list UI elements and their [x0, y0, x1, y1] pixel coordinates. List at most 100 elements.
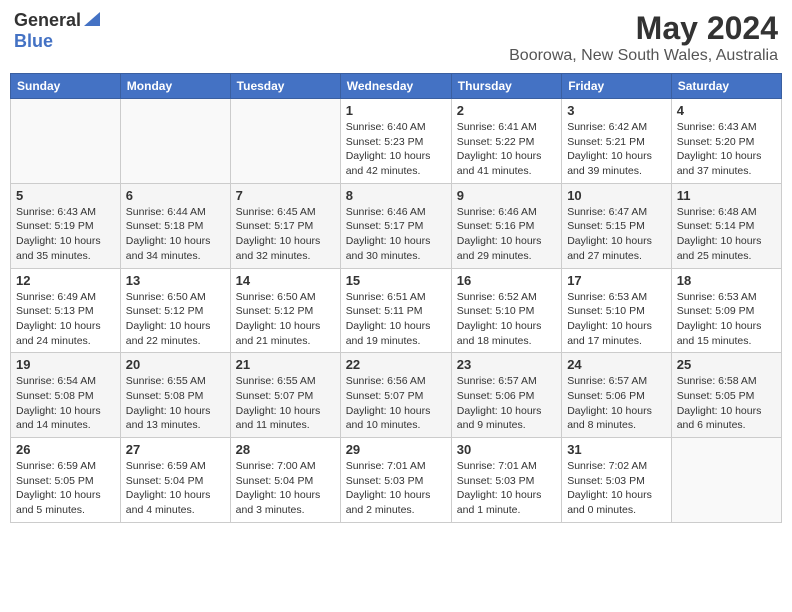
- day-info: Sunrise: 7:02 AM Sunset: 5:03 PM Dayligh…: [567, 459, 666, 518]
- calendar-week-2: 5 Sunrise: 6:43 AM Sunset: 5:19 PM Daylig…: [11, 183, 782, 268]
- calendar-cell-w5-d4: 29Sunrise: 7:01 AM Sunset: 5:03 PM Dayli…: [340, 438, 451, 523]
- logo-blue-text: Blue: [14, 31, 53, 51]
- day-number: 15: [346, 273, 446, 288]
- calendar-cell-w3-d5: 16Sunrise: 6:52 AM Sunset: 5:10 PM Dayli…: [451, 268, 561, 353]
- calendar-cell-w1-d3: [230, 99, 340, 184]
- day-info: Sunrise: 6:46 AM Sunset: 5:17 PM Dayligh…: [346, 205, 446, 264]
- calendar-cell-w5-d2: 27Sunrise: 6:59 AM Sunset: 5:04 PM Dayli…: [120, 438, 230, 523]
- calendar-week-5: 26Sunrise: 6:59 AM Sunset: 5:05 PM Dayli…: [11, 438, 782, 523]
- calendar-cell-w2-d1: 5 Sunrise: 6:43 AM Sunset: 5:19 PM Daylig…: [11, 183, 121, 268]
- day-number: 4: [677, 103, 776, 118]
- month-title: May 2024: [509, 10, 778, 47]
- calendar-cell-w2-d3: 7 Sunrise: 6:45 AM Sunset: 5:17 PM Daylig…: [230, 183, 340, 268]
- header-thursday: Thursday: [451, 74, 561, 99]
- day-number: 24: [567, 357, 666, 372]
- day-number: 7: [236, 188, 335, 203]
- day-info: Sunrise: 6:59 AM Sunset: 5:04 PM Dayligh…: [126, 459, 225, 518]
- day-number: 18: [677, 273, 776, 288]
- calendar-cell-w1-d1: [11, 99, 121, 184]
- day-number: 12: [16, 273, 115, 288]
- header-monday: Monday: [120, 74, 230, 99]
- calendar-cell-w2-d7: 11Sunrise: 6:48 AM Sunset: 5:14 PM Dayli…: [671, 183, 781, 268]
- day-info: Sunrise: 6:53 AM Sunset: 5:09 PM Dayligh…: [677, 290, 776, 349]
- day-info: Sunrise: 6:52 AM Sunset: 5:10 PM Dayligh…: [457, 290, 556, 349]
- day-info: Sunrise: 7:00 AM Sunset: 5:04 PM Dayligh…: [236, 459, 335, 518]
- day-number: 31: [567, 442, 666, 457]
- location-title: Boorowa, New South Wales, Australia: [509, 47, 778, 65]
- calendar-cell-w3-d3: 14 Sunrise: 6:50 AM Sunset: 5:12 PM Dayli…: [230, 268, 340, 353]
- day-info: Sunrise: 6:57 AM Sunset: 5:06 PM Dayligh…: [457, 374, 556, 433]
- day-info: Sunrise: 6:46 AM Sunset: 5:16 PM Dayligh…: [457, 205, 556, 264]
- calendar-cell-w3-d7: 18 Sunrise: 6:53 AM Sunset: 5:09 PM Dayli…: [671, 268, 781, 353]
- calendar-cell-w4-d4: 22 Sunrise: 6:56 AM Sunset: 5:07 PM Dayli…: [340, 353, 451, 438]
- header-sunday: Sunday: [11, 74, 121, 99]
- calendar-cell-w1-d6: 3Sunrise: 6:42 AM Sunset: 5:21 PM Daylig…: [562, 99, 672, 184]
- calendar-cell-w4-d6: 24 Sunrise: 6:57 AM Sunset: 5:06 PM Dayli…: [562, 353, 672, 438]
- calendar-cell-w2-d6: 10 Sunrise: 6:47 AM Sunset: 5:15 PM Dayli…: [562, 183, 672, 268]
- day-info: Sunrise: 6:57 AM Sunset: 5:06 PM Dayligh…: [567, 374, 666, 433]
- header-friday: Friday: [562, 74, 672, 99]
- calendar-cell-w4-d7: 25Sunrise: 6:58 AM Sunset: 5:05 PM Dayli…: [671, 353, 781, 438]
- day-info: Sunrise: 6:59 AM Sunset: 5:05 PM Dayligh…: [16, 459, 115, 518]
- day-number: 23: [457, 357, 556, 372]
- day-number: 30: [457, 442, 556, 457]
- day-info: Sunrise: 6:47 AM Sunset: 5:15 PM Dayligh…: [567, 205, 666, 264]
- calendar-cell-w3-d2: 13 Sunrise: 6:50 AM Sunset: 5:12 PM Dayli…: [120, 268, 230, 353]
- day-info: Sunrise: 6:43 AM Sunset: 5:19 PM Dayligh…: [16, 205, 115, 264]
- day-number: 14: [236, 273, 335, 288]
- day-info: Sunrise: 6:55 AM Sunset: 5:08 PM Dayligh…: [126, 374, 225, 433]
- day-info: Sunrise: 6:55 AM Sunset: 5:07 PM Dayligh…: [236, 374, 335, 433]
- day-number: 10: [567, 188, 666, 203]
- calendar-header-row: Sunday Monday Tuesday Wednesday Thursday…: [11, 74, 782, 99]
- calendar-cell-w2-d5: 9 Sunrise: 6:46 AM Sunset: 5:16 PM Daylig…: [451, 183, 561, 268]
- day-number: 3: [567, 103, 666, 118]
- calendar-cell-w1-d5: 2Sunrise: 6:41 AM Sunset: 5:22 PM Daylig…: [451, 99, 561, 184]
- day-info: Sunrise: 6:40 AM Sunset: 5:23 PM Dayligh…: [346, 120, 446, 179]
- day-info: Sunrise: 6:41 AM Sunset: 5:22 PM Dayligh…: [457, 120, 556, 179]
- calendar-cell-w5-d1: 26Sunrise: 6:59 AM Sunset: 5:05 PM Dayli…: [11, 438, 121, 523]
- day-info: Sunrise: 6:50 AM Sunset: 5:12 PM Dayligh…: [126, 290, 225, 349]
- day-info: Sunrise: 6:49 AM Sunset: 5:13 PM Dayligh…: [16, 290, 115, 349]
- calendar-week-4: 19Sunrise: 6:54 AM Sunset: 5:08 PM Dayli…: [11, 353, 782, 438]
- day-number: 28: [236, 442, 335, 457]
- header-wednesday: Wednesday: [340, 74, 451, 99]
- day-number: 17: [567, 273, 666, 288]
- day-number: 6: [126, 188, 225, 203]
- header-tuesday: Tuesday: [230, 74, 340, 99]
- calendar-cell-w5-d6: 31 Sunrise: 7:02 AM Sunset: 5:03 PM Dayli…: [562, 438, 672, 523]
- day-info: Sunrise: 6:51 AM Sunset: 5:11 PM Dayligh…: [346, 290, 446, 349]
- calendar-cell-w4-d1: 19Sunrise: 6:54 AM Sunset: 5:08 PM Dayli…: [11, 353, 121, 438]
- day-info: Sunrise: 6:56 AM Sunset: 5:07 PM Dayligh…: [346, 374, 446, 433]
- calendar-cell-w2-d4: 8 Sunrise: 6:46 AM Sunset: 5:17 PM Daylig…: [340, 183, 451, 268]
- day-info: Sunrise: 7:01 AM Sunset: 5:03 PM Dayligh…: [457, 459, 556, 518]
- calendar-cell-w5-d7: [671, 438, 781, 523]
- calendar-cell-w1-d7: 4Sunrise: 6:43 AM Sunset: 5:20 PM Daylig…: [671, 99, 781, 184]
- calendar-week-3: 12 Sunrise: 6:49 AM Sunset: 5:13 PM Dayli…: [11, 268, 782, 353]
- calendar-cell-w3-d6: 17 Sunrise: 6:53 AM Sunset: 5:10 PM Dayli…: [562, 268, 672, 353]
- day-info: Sunrise: 6:48 AM Sunset: 5:14 PM Dayligh…: [677, 205, 776, 264]
- header: General Blue May 2024 Boorowa, New South…: [10, 10, 782, 65]
- day-number: 9: [457, 188, 556, 203]
- title-area: May 2024 Boorowa, New South Wales, Austr…: [509, 10, 778, 65]
- day-info: Sunrise: 6:53 AM Sunset: 5:10 PM Dayligh…: [567, 290, 666, 349]
- calendar-cell-w5-d5: 30 Sunrise: 7:01 AM Sunset: 5:03 PM Dayli…: [451, 438, 561, 523]
- header-saturday: Saturday: [671, 74, 781, 99]
- day-number: 5: [16, 188, 115, 203]
- calendar-table: Sunday Monday Tuesday Wednesday Thursday…: [10, 73, 782, 523]
- logo-general-text: General: [14, 10, 81, 31]
- day-number: 25: [677, 357, 776, 372]
- day-number: 19: [16, 357, 115, 372]
- day-number: 29: [346, 442, 446, 457]
- calendar-cell-w3-d4: 15 Sunrise: 6:51 AM Sunset: 5:11 PM Dayli…: [340, 268, 451, 353]
- calendar-week-1: 1Sunrise: 6:40 AM Sunset: 5:23 PM Daylig…: [11, 99, 782, 184]
- calendar-cell-w4-d5: 23 Sunrise: 6:57 AM Sunset: 5:06 PM Dayli…: [451, 353, 561, 438]
- day-info: Sunrise: 6:45 AM Sunset: 5:17 PM Dayligh…: [236, 205, 335, 264]
- day-number: 13: [126, 273, 225, 288]
- day-info: Sunrise: 6:44 AM Sunset: 5:18 PM Dayligh…: [126, 205, 225, 264]
- calendar-cell-w5-d3: 28 Sunrise: 7:00 AM Sunset: 5:04 PM Dayli…: [230, 438, 340, 523]
- day-number: 8: [346, 188, 446, 203]
- calendar-cell-w4-d3: 21Sunrise: 6:55 AM Sunset: 5:07 PM Dayli…: [230, 353, 340, 438]
- day-number: 22: [346, 357, 446, 372]
- day-info: Sunrise: 6:50 AM Sunset: 5:12 PM Dayligh…: [236, 290, 335, 349]
- calendar-cell-w1-d2: [120, 99, 230, 184]
